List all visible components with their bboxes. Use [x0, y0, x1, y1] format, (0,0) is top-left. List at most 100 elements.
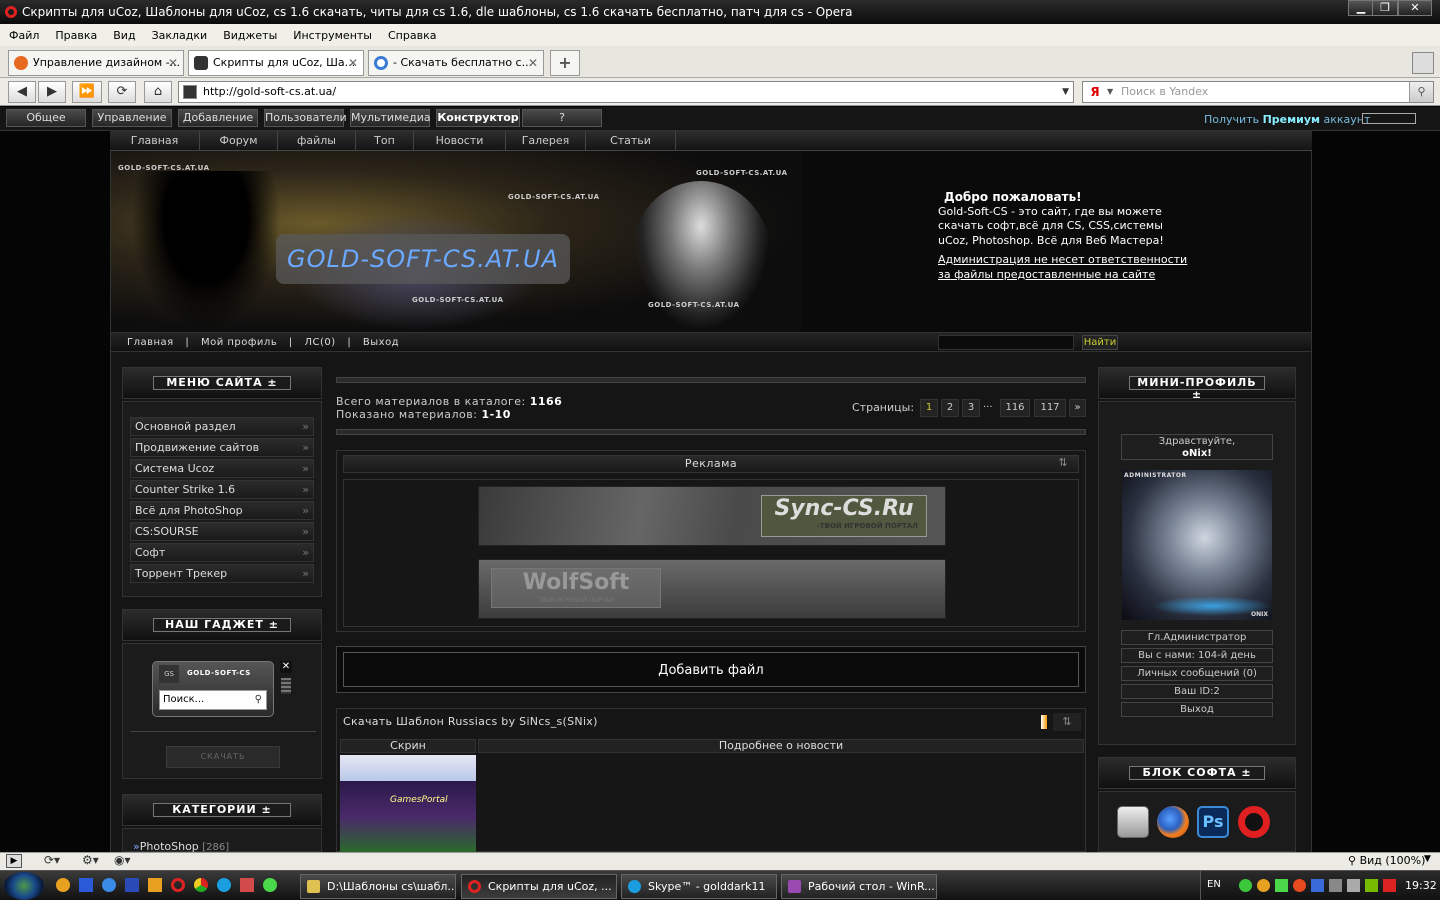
- categories-title[interactable]: КАТЕГОРИИ ±: [153, 803, 291, 817]
- close-window-button[interactable]: ✕: [1398, 0, 1432, 16]
- trash-icon[interactable]: [1412, 52, 1434, 74]
- opera-icon[interactable]: [1238, 806, 1270, 838]
- menu-item-torrent[interactable]: Торрент Трекер »: [130, 564, 314, 583]
- ucoz-multimedia-button[interactable]: Мультимедиа: [350, 109, 431, 127]
- close-tab-icon[interactable]: ✕: [168, 51, 178, 75]
- user-nav-home[interactable]: Главная: [127, 337, 174, 348]
- menu-view[interactable]: Вид: [104, 24, 142, 42]
- next-page-button[interactable]: »: [1069, 399, 1086, 417]
- ucoz-users-button[interactable]: Пользователи: [264, 109, 347, 127]
- mini-profile-title[interactable]: МИНИ-ПРОФИЛЬ ±: [1129, 376, 1265, 401]
- nav-news[interactable]: Новости: [414, 131, 506, 151]
- tray-icon[interactable]: [1257, 879, 1270, 892]
- disclaimer-link[interactable]: Администрация не несет ответственности: [938, 253, 1200, 268]
- yandex-icon[interactable]: Я: [1087, 84, 1103, 100]
- close-tab-icon[interactable]: ✕: [528, 51, 538, 75]
- firefox-icon[interactable]: [1157, 806, 1189, 838]
- fast-forward-button[interactable]: ⏩: [72, 81, 102, 103]
- avast-icon[interactable]: [148, 878, 162, 892]
- start-button[interactable]: [4, 872, 44, 900]
- ucoz-add-button[interactable]: Добавление: [178, 109, 258, 127]
- network-icon[interactable]: [1329, 879, 1342, 892]
- page-2[interactable]: 2: [941, 399, 959, 417]
- menu-widgets[interactable]: Виджеты: [214, 24, 284, 42]
- page-116[interactable]: 116: [1000, 399, 1030, 417]
- desktop-icon[interactable]: [125, 878, 139, 892]
- nvidia-icon[interactable]: [1365, 879, 1378, 892]
- reload-button[interactable]: ⟳: [108, 81, 136, 103]
- app-icon[interactable]: [240, 878, 254, 892]
- avast-icon[interactable]: [56, 878, 70, 892]
- sort-icon[interactable]: ⇅: [1049, 456, 1077, 472]
- premium-link[interactable]: Получить Премиум аккаунт: [1204, 113, 1370, 126]
- panel-toggle-icon[interactable]: ▶: [6, 854, 22, 868]
- minimize-button[interactable]: ▁: [1348, 0, 1374, 16]
- menu-item-cs16[interactable]: Counter Strike 1.6 »: [130, 480, 314, 499]
- menu-item-css[interactable]: CS:SOURSE »: [130, 522, 314, 541]
- find-button[interactable]: Найти: [1082, 335, 1118, 350]
- zoom-dropdown-icon[interactable]: ▼: [1424, 854, 1431, 864]
- tray-icon[interactable]: [1383, 879, 1396, 892]
- add-file-button[interactable]: Добавить файл: [343, 652, 1079, 687]
- floppy-disk-icon[interactable]: [1117, 806, 1149, 838]
- logout-link[interactable]: Выход: [1121, 702, 1273, 717]
- task-winrar[interactable]: Рабочий стол - WinR...: [781, 874, 937, 899]
- page-1[interactable]: 1: [920, 399, 938, 417]
- ucoz-constructor-button[interactable]: Конструктор: [436, 109, 520, 127]
- private-messages-link[interactable]: Личных сообщений (0): [1121, 666, 1273, 681]
- gadget-download-button[interactable]: СКАЧАТЬ: [166, 746, 280, 768]
- menu-item-photoshop[interactable]: Всё для PhotoShop »: [130, 501, 314, 520]
- ie-icon[interactable]: [102, 878, 116, 892]
- nav-home[interactable]: Главная: [110, 131, 200, 151]
- nav-articles[interactable]: Статьи: [586, 131, 676, 151]
- ad-banner-sync[interactable]: Sync-CS.Ru -ТВОЙ ИГРОВОЙ ПОРТАЛ: [478, 486, 946, 546]
- close-tab-icon[interactable]: ✕: [348, 51, 358, 75]
- address-dropdown-icon[interactable]: ▼: [1062, 82, 1069, 102]
- menu-file[interactable]: Файл: [0, 24, 46, 42]
- tab-download[interactable]: - Скачать бесплатно с... ✕: [368, 50, 544, 76]
- ucoz-general-button[interactable]: Общее: [6, 109, 86, 127]
- tab-design[interactable]: Управление дизайном -... ✕: [8, 50, 184, 76]
- tray-icon[interactable]: [1311, 879, 1324, 892]
- bar-toggle-slider[interactable]: [1362, 113, 1416, 124]
- sort-icon[interactable]: ⇅: [1053, 713, 1081, 731]
- site-menu-title[interactable]: МЕНЮ САЙТА ±: [153, 376, 291, 390]
- nav-gallery[interactable]: Галерея: [506, 131, 586, 151]
- page-117[interactable]: 117: [1034, 399, 1066, 417]
- sync-icon[interactable]: ⟳▾: [44, 853, 60, 867]
- rating-icon[interactable]: [1041, 715, 1047, 729]
- disclaimer-link[interactable]: за файлы предоставленные на сайте: [938, 268, 1200, 283]
- search-engine-dropdown-icon[interactable]: ▼: [1107, 82, 1113, 102]
- address-field[interactable]: http://gold-soft-cs.at.ua/ ▼: [178, 81, 1074, 103]
- menu-item-main[interactable]: Основной раздел »: [130, 417, 314, 436]
- photoshop-icon[interactable]: Ps: [1197, 806, 1229, 838]
- tray-icon[interactable]: [1293, 879, 1306, 892]
- opera-icon[interactable]: [171, 878, 185, 892]
- search-field[interactable]: Я ▼ Поиск в Yandex ⚲: [1082, 81, 1434, 103]
- volume-icon[interactable]: [1347, 879, 1360, 892]
- menu-item-ucoz[interactable]: Система Ucoz »: [130, 459, 314, 478]
- home-button[interactable]: ⌂: [144, 81, 172, 103]
- user-nav-messages[interactable]: ЛС(0): [304, 337, 335, 348]
- news-thumbnail[interactable]: GamesPortal: [340, 755, 476, 853]
- gadget-title[interactable]: НАШ ГАДЖЕТ ±: [153, 618, 291, 632]
- total-commander-icon[interactable]: [79, 878, 93, 892]
- username[interactable]: oNix!: [1122, 448, 1272, 460]
- tab-scripts[interactable]: Скрипты для uCoz, Ша... ✕: [188, 50, 364, 76]
- unite-icon[interactable]: ◉▾: [114, 853, 131, 867]
- user-nav-logout[interactable]: Выход: [363, 337, 399, 348]
- icq-icon[interactable]: [263, 878, 277, 892]
- menu-item-seo[interactable]: Продвижение сайтов »: [130, 438, 314, 457]
- zoom-level[interactable]: ⚲ Вид (100%): [1348, 854, 1425, 867]
- menu-item-soft[interactable]: Софт »: [130, 543, 314, 562]
- site-logo[interactable]: GOLD-SOFT-CS.AT.UA: [276, 234, 570, 284]
- search-icon[interactable]: ⚲: [1409, 82, 1433, 102]
- ucoz-help-button[interactable]: ?: [522, 109, 602, 127]
- soft-block-title[interactable]: БЛОК СОФТА ±: [1129, 766, 1265, 780]
- task-explorer[interactable]: D:\Шаблоны cs\шабл...: [300, 874, 456, 899]
- search-icon[interactable]: ⚲: [255, 691, 262, 709]
- news-title[interactable]: Скачать Шаблон Russiacs by SiNcs_s(SNix): [343, 715, 598, 728]
- task-opera[interactable]: Скрипты для uCoz, ...: [461, 874, 617, 899]
- ad-banner-wolfsoft[interactable]: WolfSoft ТВОЙ ИГРОВОЙ ПОРТАЛ: [478, 559, 946, 619]
- restore-button[interactable]: ❐: [1372, 0, 1398, 16]
